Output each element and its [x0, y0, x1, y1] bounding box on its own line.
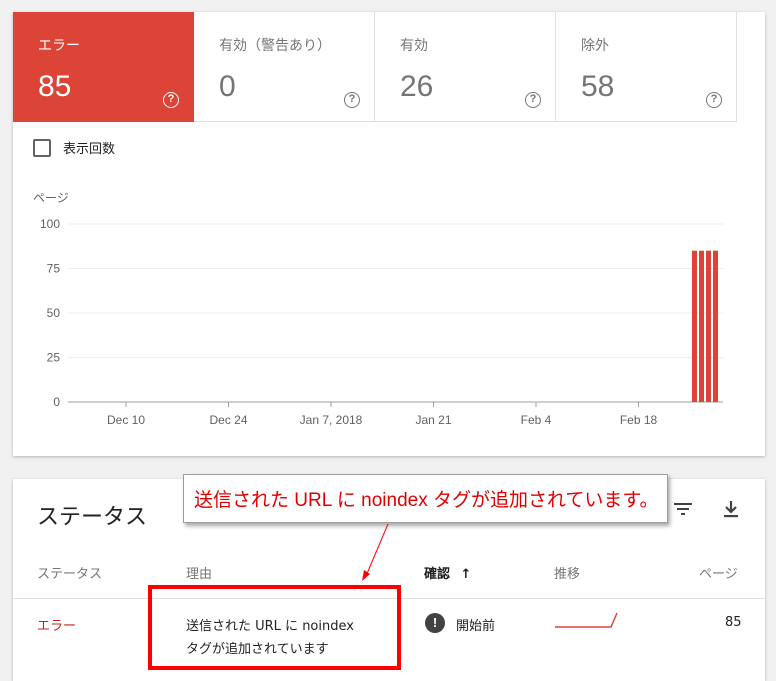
x-tick-label: Jan 7, 2018: [300, 413, 363, 427]
tile-label: 除外: [581, 38, 609, 54]
status-table-title: ステータス: [37, 504, 148, 529]
tile-valid[interactable]: 有効 26 ?: [375, 12, 556, 122]
tile-value: 58: [581, 70, 615, 103]
y-tick-label: 75: [47, 262, 61, 276]
chart-grid: [68, 223, 723, 403]
help-icon[interactable]: ?: [706, 92, 722, 108]
x-tick-label: Dec 24: [209, 413, 247, 427]
coverage-chart: ページ 100 75 50 25 0 Dec 10 Dec 24 Jan 7, 2018 Ja…: [33, 191, 723, 427]
help-icon[interactable]: ?: [525, 92, 541, 108]
x-tick-label: Feb 18: [620, 413, 658, 427]
help-icon[interactable]: ?: [344, 92, 360, 108]
chart-bar[interactable]: [692, 250, 697, 402]
filter-icon[interactable]: [671, 497, 695, 521]
trend-sparkline: [555, 612, 618, 628]
coverage-summary-card: エラー 85 ? 有効（警告あり） 0 ? 有効 26 ? 除外 58 ? 表示…: [13, 12, 765, 456]
impressions-toggle[interactable]: 表示回数: [33, 138, 115, 157]
x-tick-label: Dec 10: [107, 413, 145, 427]
tile-label: 有効（警告あり）: [219, 38, 331, 54]
column-validation-label: 確認: [424, 567, 451, 582]
annotation-highlight-box: [148, 585, 401, 670]
chart-bar[interactable]: [699, 250, 704, 402]
column-pages[interactable]: ページ: [699, 563, 738, 582]
row-status: エラー: [37, 619, 77, 634]
tile-error[interactable]: エラー 85 ?: [13, 12, 194, 122]
chart-ylabel: ページ: [33, 191, 69, 205]
chart-yticks: 100 75 50 25 0: [40, 217, 60, 409]
impressions-label: 表示回数: [63, 142, 116, 157]
annotation-callout: 送信された URL に noindex タグが追加されています。: [183, 474, 668, 523]
column-validation[interactable]: 確認 ↑: [424, 563, 471, 582]
y-tick-label: 100: [40, 217, 60, 231]
column-status[interactable]: ステータス: [37, 563, 102, 582]
y-tick-label: 50: [47, 306, 61, 320]
chart-bar[interactable]: [713, 250, 718, 402]
row-pages: 85: [725, 615, 742, 630]
chart-bars: [692, 250, 718, 402]
status-tiles: エラー 85 ? 有効（警告あり） 0 ? 有効 26 ? 除外 58 ?: [13, 12, 737, 122]
impressions-checkbox[interactable]: [33, 138, 51, 157]
chart-bar[interactable]: [706, 250, 711, 402]
chart-xticks: Dec 10 Dec 24 Jan 7, 2018 Jan 21 Feb 4 Feb 18: [107, 402, 658, 427]
y-tick-label: 0: [53, 395, 60, 409]
x-tick-label: Jan 21: [415, 413, 451, 427]
tile-label: 有効: [400, 38, 428, 54]
x-tick-label: Feb 4: [521, 413, 552, 427]
download-icon[interactable]: [719, 497, 743, 521]
tile-label: エラー: [38, 38, 80, 54]
help-icon[interactable]: ?: [163, 92, 179, 108]
sort-arrow-icon: ↑: [460, 567, 472, 582]
tile-valid-with-warnings[interactable]: 有効（警告あり） 0 ?: [194, 12, 375, 122]
alert-icon: !: [425, 613, 445, 633]
tile-value: 85: [38, 70, 72, 103]
y-tick-label: 25: [47, 351, 61, 365]
tile-excluded[interactable]: 除外 58 ?: [556, 12, 737, 122]
tile-value: 0: [219, 70, 236, 103]
column-trend[interactable]: 推移: [554, 563, 580, 582]
tile-value: 26: [400, 70, 434, 103]
row-validation: 開始前: [456, 619, 496, 634]
column-reason[interactable]: 理由: [186, 563, 212, 582]
